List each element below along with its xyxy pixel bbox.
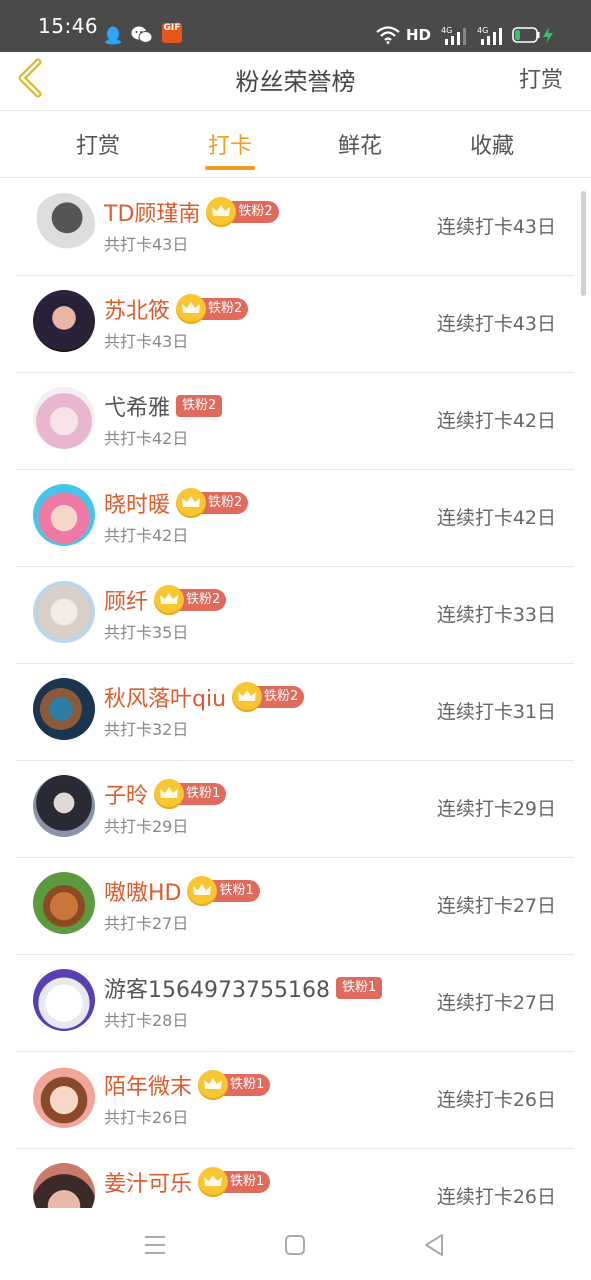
- avatar: [33, 290, 95, 352]
- avatar: [33, 1066, 95, 1128]
- tab-bar: 打赏 打卡 鲜花 收藏: [0, 111, 591, 178]
- tab-label: 收藏: [469, 134, 514, 159]
- total-checkin: 共打卡29日: [104, 817, 189, 836]
- crown-icon: [198, 1070, 229, 1100]
- fan-list: TD顾瑾南 铁粉2 共打卡43日 连续打卡43日 苏北筱 铁粉2 共打卡43日 …: [0, 178, 591, 1208]
- avatar: [33, 872, 95, 934]
- crown-icon: [154, 779, 185, 809]
- streak-checkin: 连续打卡26日: [436, 1089, 556, 1111]
- fan-name: 嗷嗷HD: [104, 881, 182, 906]
- gif-app-icon: GIF: [162, 23, 182, 43]
- signal-icon-2: 4G: [477, 26, 502, 45]
- fan-row[interactable]: 秋风落叶qiu 铁粉2 共打卡32日 连续打卡31日: [16, 663, 574, 761]
- status-time: 15:46: [38, 14, 99, 38]
- fan-name: 晓时暖: [104, 493, 171, 518]
- total-checkin: 共打卡42日: [104, 429, 189, 448]
- avatar: [33, 678, 95, 740]
- fan-row[interactable]: 子昤 铁粉1 共打卡29日 连续打卡29日: [16, 760, 574, 858]
- fan-name: 弋希雅: [104, 396, 171, 421]
- streak-checkin: 连续打卡43日: [436, 313, 556, 335]
- streak-checkin: 连续打卡26日: [436, 1186, 556, 1208]
- fan-name: 苏北筱: [104, 299, 171, 324]
- battery-icon: [512, 27, 540, 43]
- streak-checkin: 连续打卡27日: [436, 992, 556, 1014]
- fan-name: 顾纤: [104, 590, 149, 615]
- crown-icon: [198, 1167, 229, 1197]
- streak-checkin: 连续打卡42日: [436, 507, 556, 529]
- wechat-icon: [131, 26, 153, 43]
- charging-icon: [543, 27, 553, 44]
- streak-checkin: 连续打卡31日: [436, 701, 556, 723]
- fan-name: 子昤: [104, 784, 149, 809]
- total-checkin: 共打卡32日: [104, 720, 189, 739]
- tab-checkin[interactable]: 打卡: [180, 128, 280, 170]
- fan-row[interactable]: TD顾瑾南 铁粉2 共打卡43日 连续打卡43日: [16, 178, 574, 276]
- avatar: [33, 581, 95, 643]
- tab-label: 打赏: [75, 134, 120, 159]
- fan-row[interactable]: 弋希雅 铁粉2 共打卡42日 连续打卡42日: [16, 372, 574, 470]
- fan-row[interactable]: 游客1564973755168 铁粉1 共打卡28日 连续打卡27日: [16, 954, 574, 1052]
- fan-name: 陌年微末: [104, 1075, 193, 1100]
- total-checkin: 共打卡28日: [104, 1011, 189, 1030]
- tab-label: 打卡: [207, 134, 252, 159]
- tab-flowers[interactable]: 鲜花: [310, 128, 410, 160]
- total-checkin: 共打卡27日: [104, 914, 189, 933]
- back-nav-icon[interactable]: [420, 1232, 450, 1258]
- reward-button[interactable]: 打赏: [519, 62, 563, 94]
- hd-network-label: HD: [406, 26, 432, 44]
- svg-text:4G: 4G: [477, 26, 488, 35]
- fan-row[interactable]: 嗷嗷HD 铁粉1 共打卡27日 连续打卡27日: [16, 857, 574, 955]
- streak-checkin: 连续打卡42日: [436, 410, 556, 432]
- streak-checkin: 连续打卡33日: [436, 604, 556, 626]
- tab-reward[interactable]: 打赏: [48, 128, 148, 160]
- crown-icon: [176, 488, 207, 518]
- wifi-icon: [376, 26, 400, 44]
- avatar: [33, 969, 95, 1031]
- tab-label: 鲜花: [337, 134, 382, 159]
- fan-row[interactable]: 晓时暖 铁粉2 共打卡42日 连续打卡42日: [16, 469, 574, 567]
- menu-icon[interactable]: [140, 1232, 170, 1258]
- page-title: 粉丝荣誉榜: [235, 68, 356, 96]
- fan-level-badge: 铁粉1: [209, 880, 260, 902]
- avatar: [33, 193, 95, 255]
- streak-checkin: 连续打卡27日: [436, 895, 556, 917]
- avatar: [33, 1163, 95, 1208]
- total-checkin: 共打卡43日: [104, 235, 189, 254]
- tab-favorites[interactable]: 收藏: [442, 128, 542, 160]
- system-nav-bar: [0, 1208, 591, 1280]
- fan-row[interactable]: 陌年微末 铁粉1 共打卡26日 连续打卡26日: [16, 1051, 574, 1149]
- streak-checkin: 连续打卡29日: [436, 798, 556, 820]
- fan-row[interactable]: 苏北筱 铁粉2 共打卡43日 连续打卡43日: [16, 275, 574, 373]
- total-checkin: 共打卡43日: [104, 332, 189, 351]
- fan-level-badge: 铁粉2: [176, 395, 223, 417]
- crown-icon: [154, 585, 185, 615]
- status-bar: 15:46 GIF HD 4G 4G: [0, 0, 591, 52]
- fan-row[interactable]: 姜汁可乐 铁粉1 连续打卡26日: [16, 1148, 574, 1208]
- tab-active-indicator: [205, 166, 255, 170]
- avatar: [33, 484, 95, 546]
- streak-checkin: 连续打卡43日: [436, 216, 556, 238]
- fan-name: 游客1564973755168: [104, 978, 330, 1003]
- crown-icon: [232, 682, 263, 712]
- crown-icon: [176, 294, 207, 324]
- fan-name: 秋风落叶qiu: [104, 687, 227, 712]
- fan-row[interactable]: 顾纤 铁粉2 共打卡35日 连续打卡33日: [16, 566, 574, 664]
- total-checkin: 共打卡42日: [104, 526, 189, 545]
- fan-name: TD顾瑾南: [104, 202, 201, 227]
- qq-icon: [105, 26, 121, 45]
- top-bar: 粉丝荣誉榜 打赏: [0, 52, 591, 111]
- fan-level-badge: 铁粉1: [335, 977, 383, 999]
- total-checkin: 共打卡26日: [104, 1108, 189, 1127]
- avatar: [33, 387, 95, 449]
- svg-text:4G: 4G: [441, 26, 452, 35]
- home-icon[interactable]: [280, 1232, 310, 1258]
- avatar: [33, 775, 95, 837]
- total-checkin: 共打卡35日: [104, 623, 189, 642]
- signal-icon-1: 4G: [441, 26, 466, 45]
- scrollbar[interactable]: [581, 191, 586, 296]
- fan-name: 姜汁可乐: [104, 1172, 193, 1197]
